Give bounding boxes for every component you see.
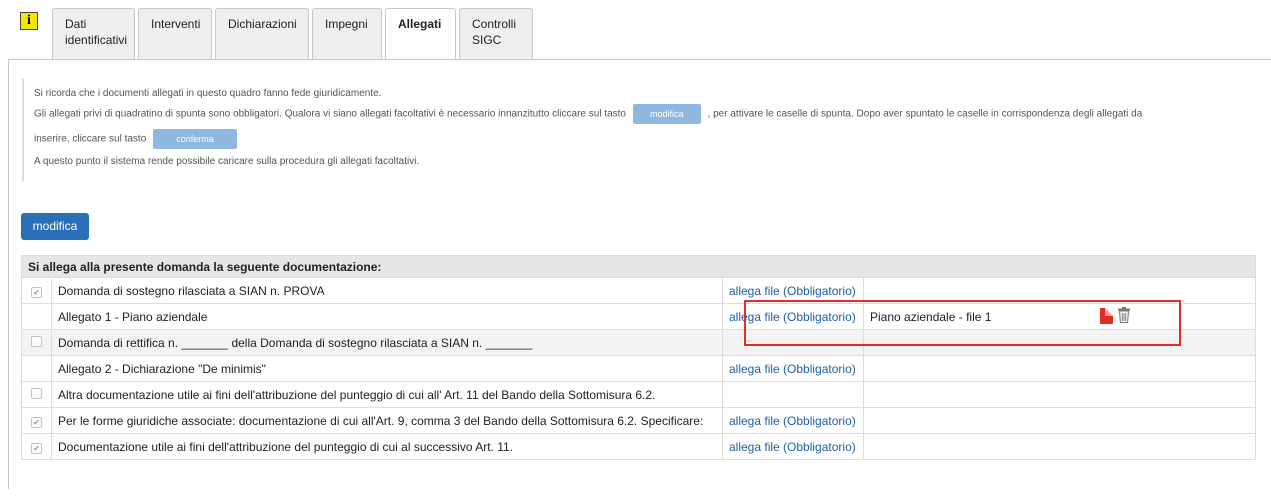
tab-dati-identificativi[interactable]: Dati identificativi bbox=[52, 8, 135, 59]
table-row: Domanda di rettifica n. _______ della Do… bbox=[21, 329, 1256, 356]
tab-impegni[interactable]: Impegni bbox=[312, 8, 382, 59]
pdf-icon[interactable] bbox=[1100, 308, 1113, 324]
attach-file-link[interactable]: allega file (Obbligatorio) bbox=[729, 310, 856, 324]
table-row: Altra documentazione utile ai fini dell'… bbox=[21, 381, 1256, 408]
info-icon[interactable]: i bbox=[20, 12, 38, 30]
instructions-box: Si ricorda che i documenti allegati in q… bbox=[22, 78, 1262, 181]
attach-file-cell: allega file (Obbligatorio) bbox=[722, 355, 864, 382]
uploaded-file-cell: Piano aziendale - file 1 bbox=[863, 303, 1256, 330]
checkbox-cell: ✔ bbox=[21, 277, 52, 304]
table-row: Allegato 1 - Piano aziendale allega file … bbox=[21, 303, 1256, 330]
table-header: Si allega alla presente domanda la segue… bbox=[21, 255, 1256, 278]
uploaded-file-cell bbox=[863, 355, 1256, 382]
attach-file-link[interactable]: allega file (Obbligatorio) bbox=[729, 414, 856, 428]
checkbox-unchecked[interactable] bbox=[31, 335, 42, 347]
checkbox-unchecked[interactable] bbox=[31, 387, 42, 399]
tab-controlli-sigc[interactable]: Controlli SIGC bbox=[459, 8, 533, 59]
uploaded-file-cell bbox=[863, 433, 1256, 460]
document-description: Documentazione utile ai fini dell'attrib… bbox=[51, 433, 723, 460]
instruction-line-4: A questo punto il sistema rende possibil… bbox=[34, 156, 420, 167]
uploaded-file-cell bbox=[863, 407, 1256, 434]
modifica-button[interactable]: modifica bbox=[21, 213, 89, 240]
table-row: ✔ Documentazione utile ai fini dell'attri… bbox=[21, 433, 1256, 460]
checkbox-cell bbox=[21, 381, 52, 408]
trash-icon[interactable] bbox=[1118, 307, 1130, 323]
document-description: Allegato 2 - Dichiarazione "De minimis" bbox=[51, 355, 723, 382]
checkbox-cell: ✔ bbox=[21, 433, 52, 460]
instruction-line-2: Gli allegati privi di quadratino di spun… bbox=[34, 104, 1142, 124]
checkbox-checked[interactable]: ✔ bbox=[31, 286, 42, 298]
document-description: Domanda di rettifica n. _______ della Do… bbox=[51, 329, 723, 356]
attach-file-cell: allega file (Obbligatorio) bbox=[722, 407, 864, 434]
uploaded-file-name: Piano aziendale - file 1 bbox=[870, 309, 992, 324]
instruction-line-1: Si ricorda che i documenti allegati in q… bbox=[34, 88, 382, 99]
uploaded-file-cell bbox=[863, 381, 1256, 408]
attach-file-cell: allega file (Obbligatorio) bbox=[722, 433, 864, 460]
inline-modifica-button: modifica bbox=[632, 104, 701, 124]
checkbox-cell: ✔ bbox=[21, 407, 52, 434]
attach-file-cell bbox=[722, 329, 864, 356]
tab-interventi[interactable]: Interventi bbox=[138, 8, 212, 59]
attachments-table: Si allega alla presente domanda la segue… bbox=[21, 255, 1256, 460]
attach-file-link[interactable]: allega file (Obbligatorio) bbox=[729, 284, 856, 298]
table-row: Allegato 2 - Dichiarazione "De minimis" a… bbox=[21, 355, 1256, 382]
tab-dichiarazioni[interactable]: Dichiarazioni bbox=[215, 8, 309, 59]
table-row: ✔ Per le forme giuridiche associate: docu… bbox=[21, 407, 1256, 434]
document-description: Altra documentazione utile ai fini dell'… bbox=[51, 381, 723, 408]
document-description: Allegato 1 - Piano aziendale bbox=[51, 303, 723, 330]
checkbox-checked[interactable]: ✔ bbox=[31, 416, 42, 428]
table-row: ✔ Domanda di sostegno rilasciata a SIAN n… bbox=[21, 277, 1256, 304]
panel-left-border bbox=[8, 59, 9, 489]
checkbox-cell bbox=[21, 355, 52, 382]
attach-file-cell: allega file (Obbligatorio) bbox=[722, 277, 864, 304]
attach-file-link[interactable]: allega file (Obbligatorio) bbox=[729, 362, 856, 376]
checkbox-checked[interactable]: ✔ bbox=[31, 442, 42, 454]
tab-allegati[interactable]: Allegati bbox=[385, 8, 456, 60]
document-description: Per le forme giuridiche associate: docum… bbox=[51, 407, 723, 434]
attach-file-link[interactable]: allega file (Obbligatorio) bbox=[729, 440, 856, 454]
uploaded-file-cell bbox=[863, 329, 1256, 356]
tab-divider bbox=[8, 59, 1271, 60]
tab-bar: Dati identificativi Interventi Dichiarazio… bbox=[52, 8, 536, 60]
inline-conferma-button: conferma bbox=[153, 129, 238, 149]
uploaded-file-cell bbox=[863, 277, 1256, 304]
attach-file-cell bbox=[722, 381, 864, 408]
instruction-line-3: inserire, cliccare sul tasto conferma bbox=[34, 129, 241, 149]
checkbox-cell bbox=[21, 303, 52, 330]
document-description: Domanda di sostegno rilasciata a SIAN n.… bbox=[51, 277, 723, 304]
checkbox-cell bbox=[21, 329, 52, 356]
attach-file-cell: allega file (Obbligatorio) bbox=[722, 303, 864, 330]
